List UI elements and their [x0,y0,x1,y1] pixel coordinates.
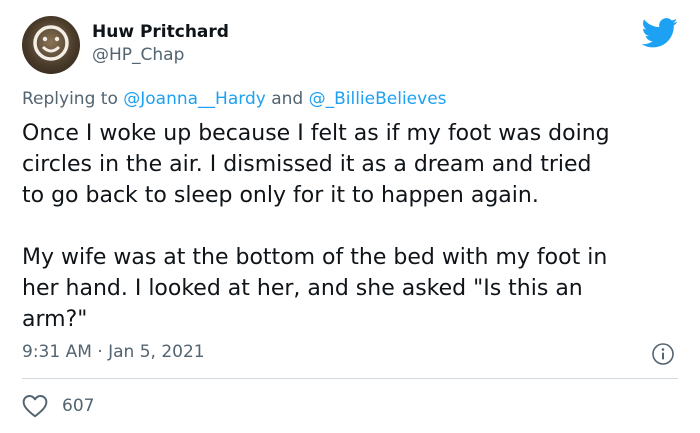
timestamp[interactable]: 9:31 AM · Jan 5, 2021 [22,342,205,362]
tweet-line: to go back to sleep only for it to happe… [22,183,539,208]
replying-to: Replying to @Joanna__Hardy and @_BillieB… [22,89,447,109]
tweet-paragraph: Once I woke up because I felt as if my f… [22,118,687,211]
author-name[interactable]: Huw Pritchard [92,22,229,42]
replying-to-joiner: and [271,89,304,109]
mention-link[interactable]: @_BillieBelieves [309,89,447,109]
heart-icon[interactable] [22,394,48,418]
divider [22,378,678,379]
tweet-paragraph: My wife was at the bottom of the bed wit… [22,242,687,335]
like-count: 607 [62,396,95,416]
tweet-text: Once I woke up because I felt as if my f… [22,118,687,335]
replying-to-label: Replying to [22,89,118,109]
tweet-line: circles in the air. I dismissed it as a … [22,152,592,177]
info-icon[interactable] [651,342,675,366]
author-handle[interactable]: @HP_Chap [92,45,184,65]
tweet-line: arm?" [22,307,88,332]
mention-link[interactable]: @Joanna__Hardy [123,89,266,109]
tweet-line: her hand. I looked at her, and she asked… [22,276,583,301]
tweet-line: My wife was at the bottom of the bed wit… [22,245,608,270]
tweet-card: Huw Pritchard @HP_Chap Replying to @Joan… [0,0,700,433]
tweet-line: Once I woke up because I felt as if my f… [22,121,610,146]
avatar[interactable] [22,16,80,74]
twitter-bird-icon[interactable] [642,18,678,48]
